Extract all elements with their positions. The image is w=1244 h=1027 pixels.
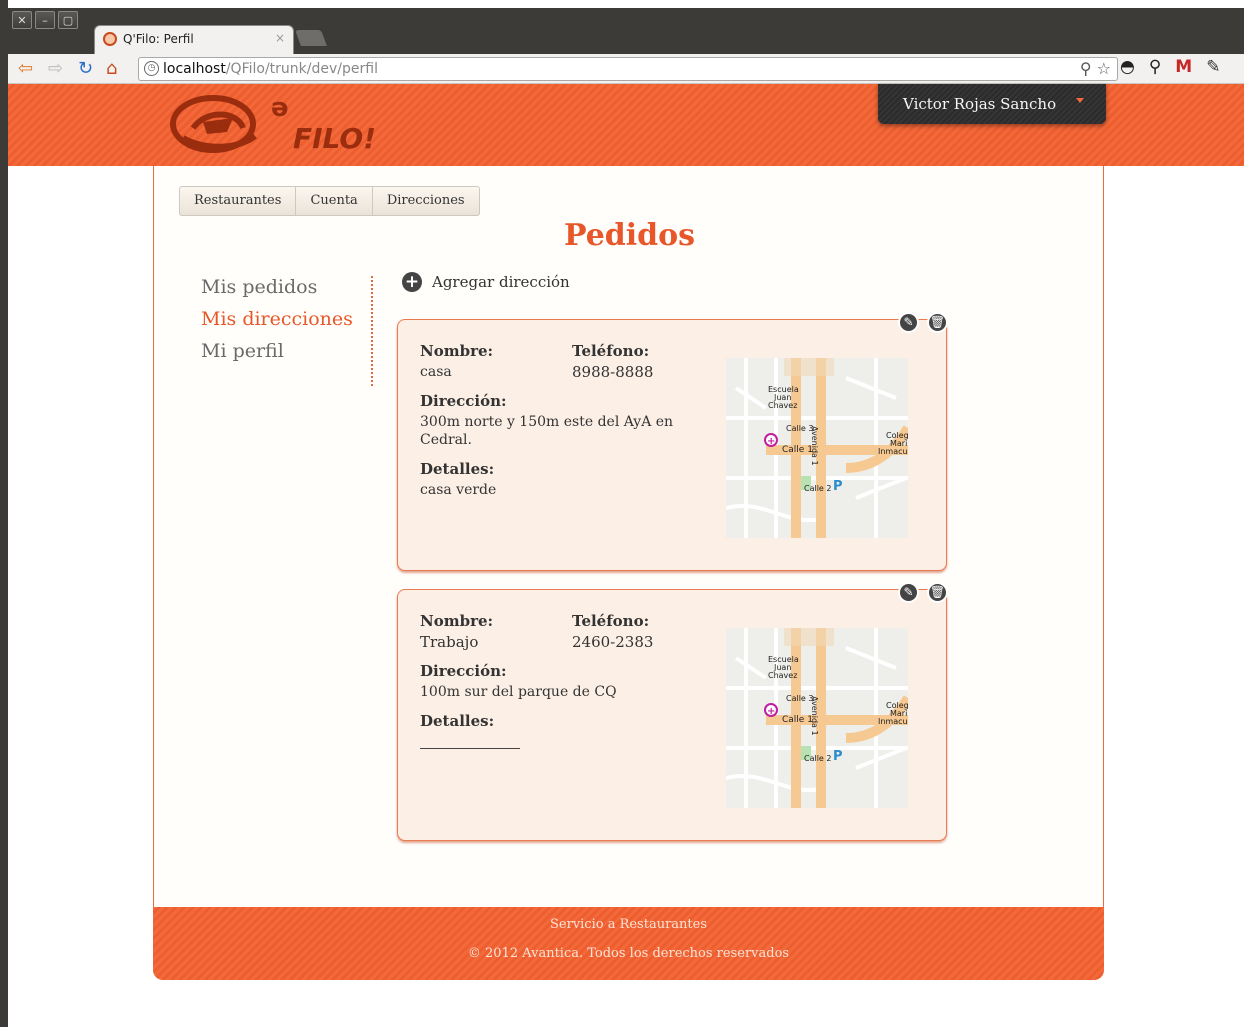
wrench-menu-icon[interactable]: ✎: [1206, 57, 1220, 77]
footer-service-link[interactable]: Servicio a Restaurantes: [153, 907, 1104, 932]
cyclist-extension-icon[interactable]: ⚲: [1149, 57, 1161, 77]
map-label: Avenida 1: [810, 426, 819, 466]
nombre-value: Trabajo: [420, 633, 479, 651]
detalles-label: Detalles:: [420, 460, 495, 478]
map-label: Calle 1: [782, 715, 813, 725]
page-info-icon[interactable]: ◷: [144, 61, 159, 76]
main-tabs: Restaurantes Cuenta Direcciones: [179, 186, 480, 216]
browser-tab[interactable]: Q'Filo: Perfil ×: [94, 25, 294, 55]
address-card: ✎ 🗑 Nombre: casa Teléfono: 8988-8888 Dir…: [397, 312, 948, 571]
favicon-icon: [103, 32, 117, 46]
tab-direcciones[interactable]: Direcciones: [372, 186, 480, 216]
extension-icons: ◓ ⚲ M ✎: [1120, 57, 1220, 77]
gmail-icon[interactable]: M: [1175, 57, 1192, 77]
direccion-label: Dirección:: [420, 662, 507, 680]
telefono-label: Teléfono:: [572, 612, 650, 630]
url-host: localhost: [163, 61, 226, 77]
direccion-value: 300m norte y 150m este del AyA en Cedral…: [420, 414, 674, 448]
sidenav-item-mis-pedidos[interactable]: Mis pedidos: [201, 276, 371, 298]
home-icon[interactable]: ⌂: [106, 58, 117, 80]
footer-copyright: © 2012 Avantica. Todos los derechos rese…: [467, 946, 790, 961]
map-label: Calle 3: [786, 694, 814, 703]
site-header: ə FILO! Victor Rojas Sancho: [8, 84, 1244, 166]
url-path: /QFilo/trunk/dev/perfil: [225, 61, 378, 77]
qfilo-logo[interactable]: ə FILO!: [163, 88, 403, 160]
map-label: Calle 1: [782, 445, 813, 455]
page-title: Pedidos: [563, 218, 696, 253]
detalles-value: casa verde: [420, 482, 497, 498]
nombre-label: Nombre:: [420, 342, 494, 360]
forward-arrow-icon[interactable]: ⇨: [48, 58, 63, 80]
svg-text:+: +: [767, 706, 775, 717]
content-panel: Restaurantes Cuenta Direcciones Pedidos …: [153, 166, 1104, 908]
edit-pencil-icon[interactable]: ✎: [898, 582, 919, 603]
caret-down-icon: [1076, 98, 1084, 103]
parking-icon: P: [833, 749, 843, 764]
back-arrow-icon[interactable]: ⇦: [18, 58, 33, 80]
incognito-icon[interactable]: ◓: [1120, 57, 1135, 77]
url-text: localhost/QFilo/trunk/dev/perfil: [163, 61, 378, 77]
direccion-value: 100m sur del parque de CQ: [420, 684, 617, 700]
empty-detail-line: [420, 748, 520, 749]
user-name: Victor Rojas Sancho: [903, 95, 1057, 113]
address-map[interactable]: + Escuela Juan Chavez Calle 3 Calle 1 Ca…: [726, 628, 908, 808]
logo-text: FILO!: [293, 122, 376, 155]
reload-icon[interactable]: ↻: [78, 58, 93, 80]
add-address-button[interactable]: + Agregar dirección: [402, 272, 570, 292]
telefono-value: 8988-8888: [572, 363, 654, 381]
new-tab-button[interactable]: [295, 30, 327, 46]
map-label: Chavez: [768, 671, 797, 680]
close-window-icon[interactable]: ✕: [12, 11, 32, 29]
map-label: Inmacu: [878, 447, 908, 456]
nombre-value: casa: [420, 364, 452, 380]
parking-icon: P: [833, 479, 843, 494]
telefono-label: Teléfono:: [572, 342, 650, 360]
telefono-value: 2460-2383: [572, 633, 654, 651]
map-label: Calle 2: [804, 754, 832, 763]
side-nav: Mis pedidos Mis direcciones Mi perfil: [201, 276, 373, 386]
bookmark-star-icon[interactable]: ⚲ ☆: [1080, 59, 1111, 78]
detalles-label: Detalles:: [420, 712, 495, 730]
map-label: Avenida 1: [810, 696, 819, 736]
add-address-label: Agregar dirección: [432, 273, 570, 291]
tab-restaurantes[interactable]: Restaurantes: [179, 186, 297, 216]
plus-icon: +: [402, 272, 422, 292]
address-bar[interactable]: ◷ localhost/QFilo/trunk/dev/perfil ⚲ ☆: [138, 57, 1118, 81]
browser-chrome: ✕ – ▢ Q'Filo: Perfil × ⇦ ⇨ ↻ ⌂ ◷ localho…: [8, 8, 1244, 84]
site-footer: Servicio a Restaurantes © 2012 Avantica.…: [153, 907, 1104, 980]
browser-toolbar: ⇦ ⇨ ↻ ⌂ ◷ localhost/QFilo/trunk/dev/perf…: [8, 54, 1244, 84]
sidenav-item-mi-perfil[interactable]: Mi perfil: [201, 340, 371, 362]
tab-close-icon[interactable]: ×: [275, 31, 285, 45]
svg-text:ə: ə: [271, 93, 289, 123]
map-label: Calle 3: [786, 424, 814, 433]
user-menu-button[interactable]: Victor Rojas Sancho: [878, 84, 1106, 124]
sidenav-item-mis-direcciones[interactable]: Mis direcciones: [201, 308, 371, 330]
nombre-label: Nombre:: [420, 612, 494, 630]
edit-pencil-icon[interactable]: ✎: [898, 312, 919, 333]
maximize-window-icon[interactable]: ▢: [58, 11, 78, 29]
window-edge: [0, 0, 8, 1027]
tab-title: Q'Filo: Perfil: [123, 32, 194, 46]
address-card: ✎ 🗑 Nombre: Trabajo Teléfono: 2460-2383 …: [397, 582, 948, 841]
map-label: Chavez: [768, 401, 797, 410]
window-controls: ✕ – ▢: [12, 11, 78, 29]
card-actions: ✎ 🗑: [898, 582, 948, 603]
address-map[interactable]: + Escuela Juan Chavez Calle 3 Calle 1 Ca…: [726, 358, 908, 538]
map-label: Calle 2: [804, 484, 832, 493]
delete-trash-icon[interactable]: 🗑: [927, 582, 948, 603]
minimize-window-icon[interactable]: –: [35, 11, 55, 29]
card-actions: ✎ 🗑: [898, 312, 948, 333]
tab-cuenta[interactable]: Cuenta: [296, 186, 373, 216]
direccion-label: Dirección:: [420, 392, 507, 410]
delete-trash-icon[interactable]: 🗑: [927, 312, 948, 333]
svg-text:+: +: [767, 436, 775, 447]
map-label: Inmacu: [878, 717, 908, 726]
